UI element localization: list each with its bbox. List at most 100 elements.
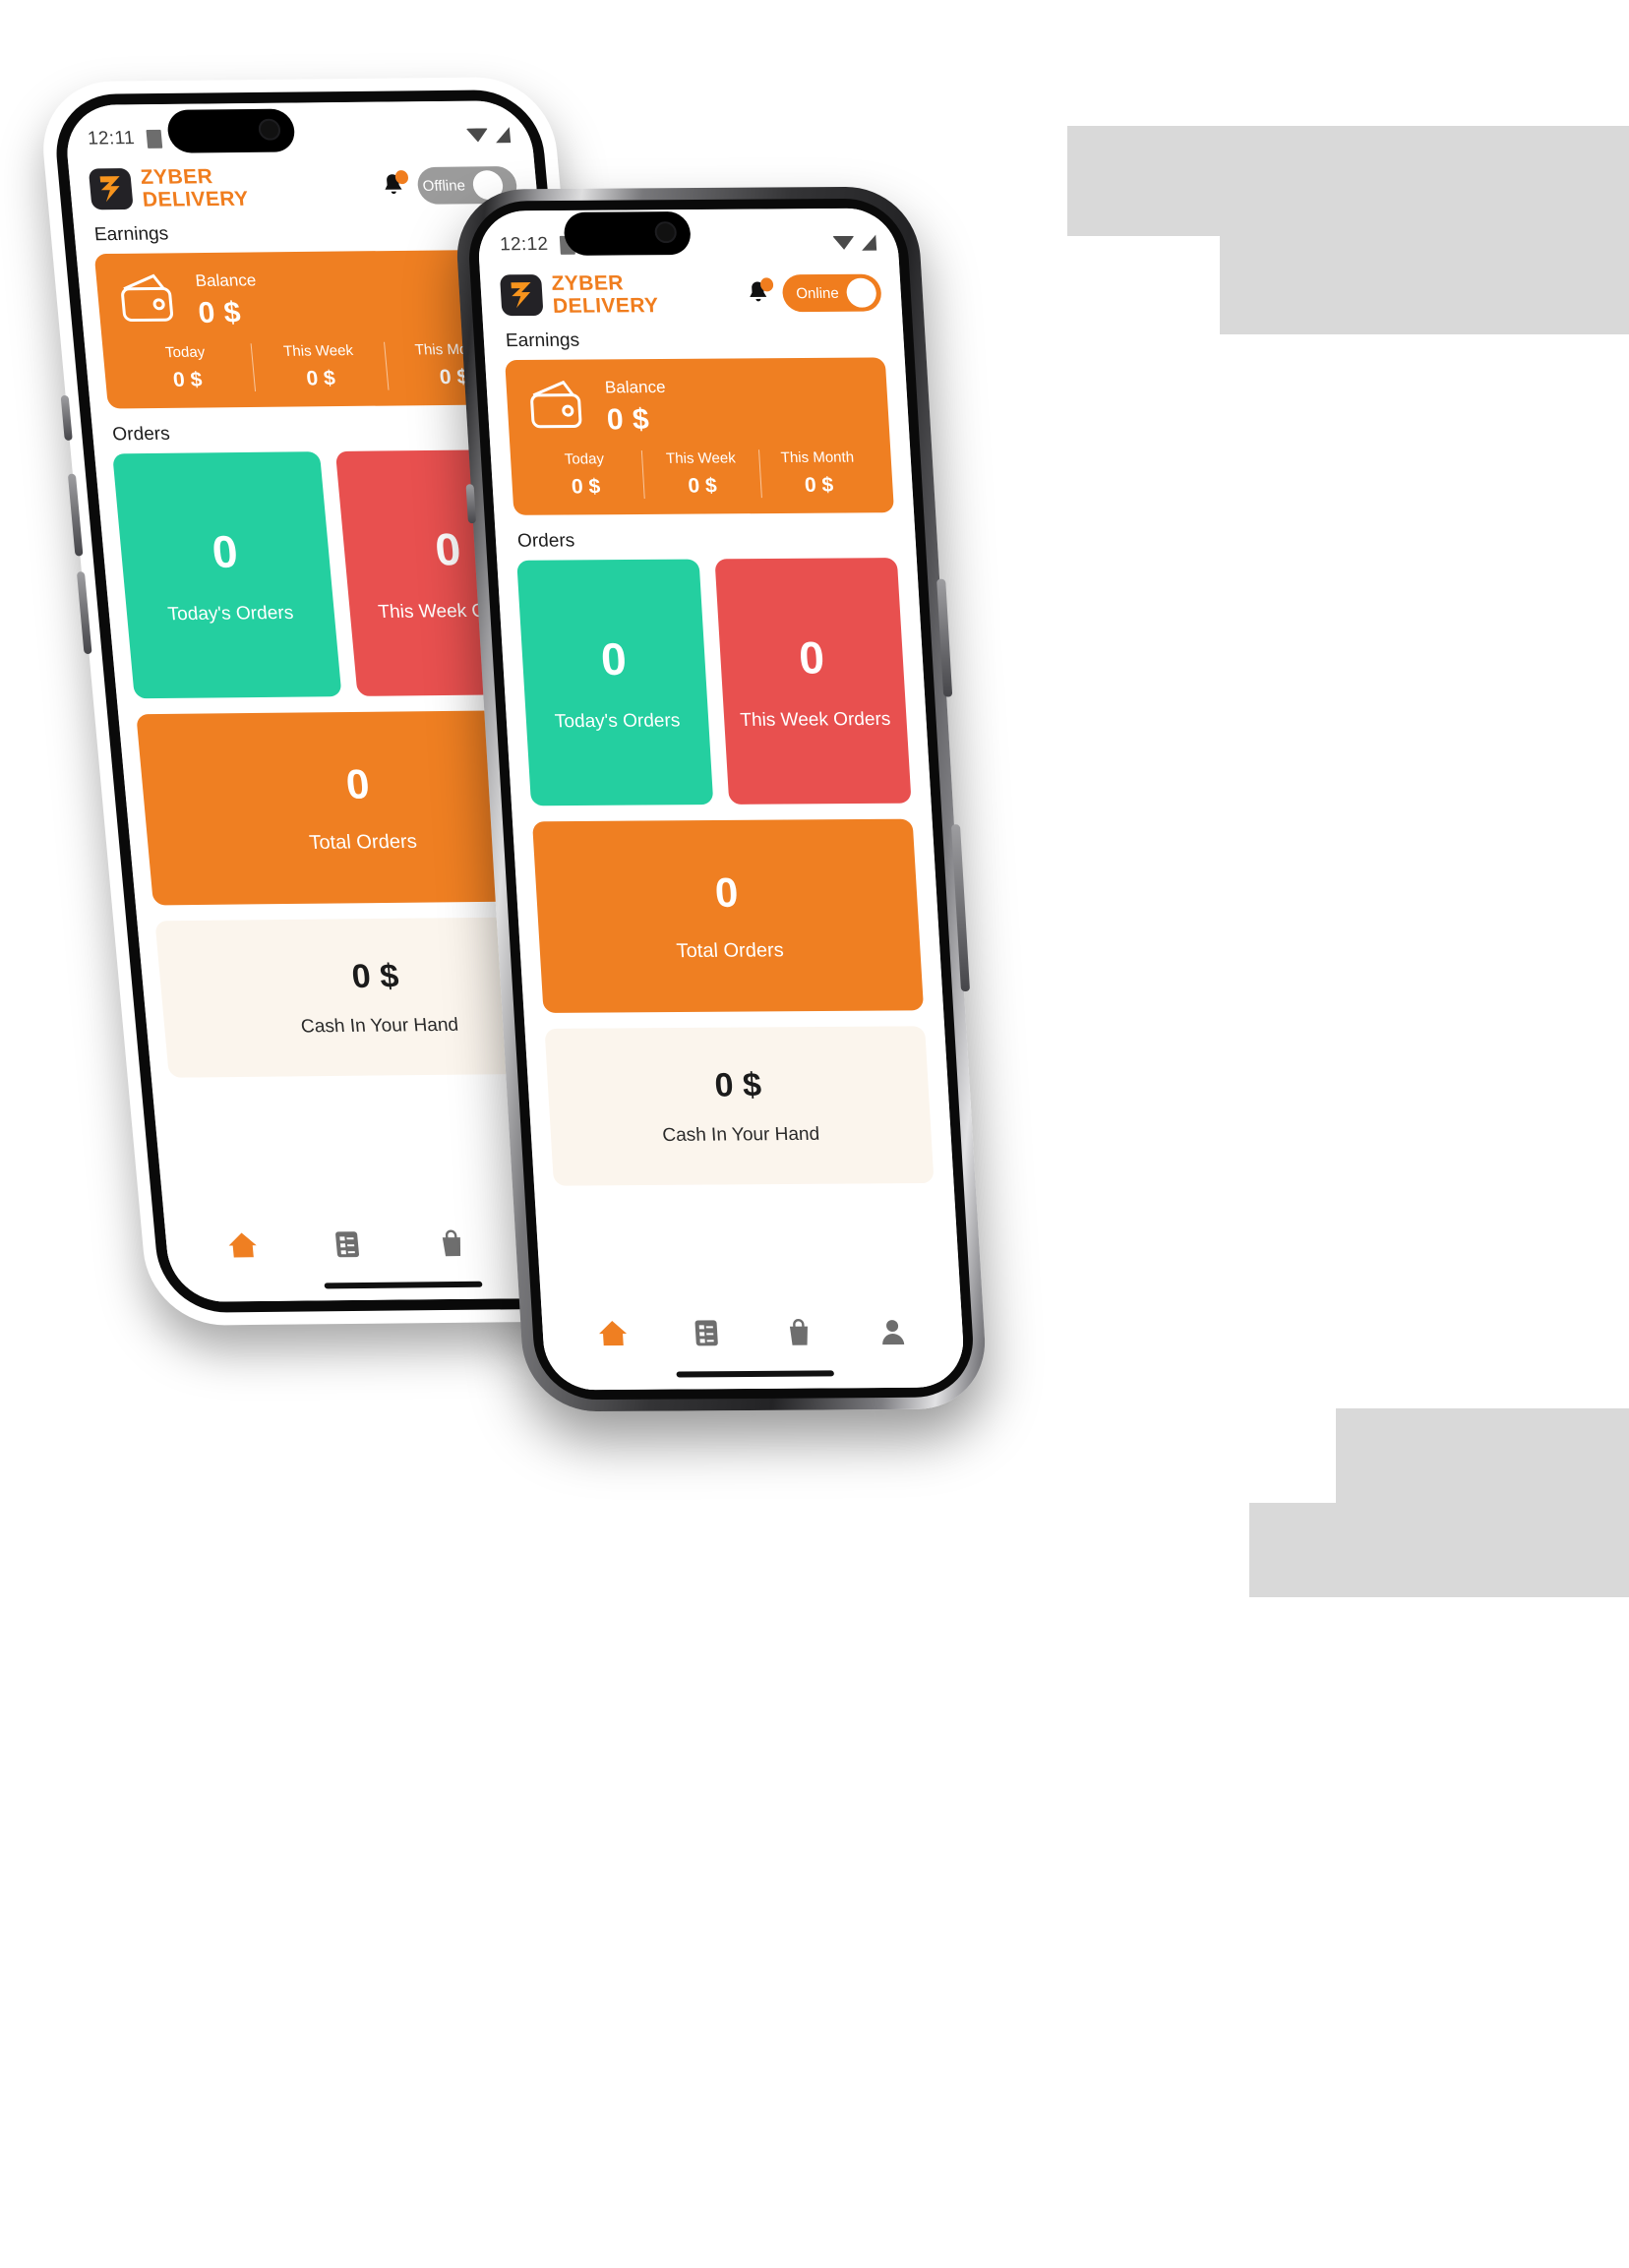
stat-value: 0 $ <box>804 473 834 497</box>
background-band <box>1249 1503 1629 1597</box>
brand-logo: ZYBER DELIVERY <box>499 271 660 318</box>
brand-line-2: DELIVERY <box>141 187 250 211</box>
home-indicator <box>544 1357 966 1391</box>
wallet-icon <box>525 378 590 438</box>
earnings-stat: This Week 0 $ <box>250 341 389 392</box>
order-label: This Week Orders <box>739 708 891 731</box>
stat-value: 0 $ <box>305 367 336 390</box>
cash-value: 0 $ <box>713 1065 763 1104</box>
online-toggle[interactable]: Online <box>781 273 882 313</box>
balance-value: 0 $ <box>605 402 651 436</box>
total-orders-label: Total Orders <box>675 939 785 963</box>
orders-grid: 0 Today's Orders 0 This Week Orders <box>516 558 912 806</box>
earnings-stats-row: Today 0 $ This Week 0 $ This Month 0 $ <box>526 448 878 500</box>
phone-screen-front: 12:12 A <box>476 208 966 1391</box>
header-actions: Online <box>744 273 882 313</box>
nav-orders-list[interactable] <box>323 1224 372 1265</box>
dynamic-island <box>563 211 693 256</box>
stat-label: Today <box>564 450 605 468</box>
order-count: 0 <box>210 525 240 577</box>
total-orders-count: 0 <box>343 760 372 807</box>
status-right-icons <box>832 234 877 251</box>
zyber-z-bolt-icon <box>499 273 544 317</box>
status-time: 12:12 <box>499 234 549 256</box>
bell-icon[interactable] <box>379 170 409 200</box>
nav-home[interactable] <box>218 1224 268 1266</box>
order-label: Today's Orders <box>554 710 681 733</box>
app-header: ZYBER DELIVERY Online <box>479 261 902 325</box>
brand-text: ZYBER DELIVERY <box>550 271 660 318</box>
battery-icon <box>146 129 162 149</box>
screen-content: Earnings Balance 0 $ Today 0 $ This Week… <box>483 322 960 1297</box>
cash-value: 0 $ <box>349 957 400 995</box>
zyber-z-bolt-icon <box>88 168 134 210</box>
background-band <box>1336 1408 1629 1503</box>
bell-icon[interactable] <box>744 277 774 307</box>
stat-value: 0 $ <box>172 368 204 391</box>
order-count: 0 <box>433 523 463 575</box>
brand-line-2: DELIVERY <box>552 294 660 318</box>
wifi-icon <box>465 128 490 143</box>
earnings-stat: Today 0 $ <box>118 343 255 392</box>
toggle-knob <box>845 277 877 308</box>
stat-label: This Month <box>780 448 855 467</box>
status-right-icons <box>465 127 512 144</box>
brand-line-1: ZYBER <box>550 271 625 295</box>
brand-line-1: ZYBER <box>139 165 214 189</box>
front-camera-icon <box>257 118 282 141</box>
this-week-orders-card[interactable]: 0 This Week Orders <box>714 558 912 805</box>
earnings-stat: Today 0 $ <box>526 450 644 500</box>
earnings-stat: This Week 0 $ <box>641 449 761 499</box>
notification-dot <box>759 277 774 292</box>
toggle-label: Online <box>795 284 840 302</box>
phone-mockup-front: 12:12 A <box>452 186 990 1412</box>
cash-label: Cash In Your Hand <box>661 1123 820 1146</box>
balance-label: Balance <box>194 269 258 290</box>
stat-label: This Week <box>282 342 354 360</box>
todays-orders-card[interactable]: 0 Today's Orders <box>112 451 342 699</box>
bottom-navigation <box>540 1294 965 1361</box>
balance-value: 0 $ <box>197 295 243 329</box>
balance-block: Balance 0 $ <box>604 377 668 436</box>
balance-label: Balance <box>604 377 667 396</box>
order-count: 0 <box>599 632 629 685</box>
total-orders-label: Total Orders <box>308 830 418 854</box>
wifi-icon <box>832 235 856 250</box>
dynamic-island <box>165 108 297 153</box>
cash-label: Cash In Your Hand <box>300 1014 459 1037</box>
background-band <box>1220 236 1629 334</box>
nav-shopping-bag[interactable] <box>775 1312 823 1353</box>
wallet-icon <box>115 270 182 330</box>
front-camera-icon <box>654 221 678 244</box>
total-orders-count: 0 <box>713 868 740 916</box>
stat-label: Today <box>164 343 207 362</box>
background-band <box>1067 126 1629 236</box>
nav-orders-list[interactable] <box>683 1312 731 1353</box>
earnings-stat: This Month 0 $ <box>757 448 878 499</box>
stat-label: This Week <box>665 449 737 467</box>
todays-orders-card[interactable]: 0 Today's Orders <box>516 559 714 806</box>
orders-section-title: Orders <box>516 530 575 552</box>
status-time: 12:11 <box>87 128 136 149</box>
brand-logo: ZYBER DELIVERY <box>88 165 250 211</box>
notification-dot <box>394 170 409 185</box>
cash-in-hand-card[interactable]: 0 $ Cash In Your Hand <box>544 1026 935 1186</box>
balance-row: Balance 0 $ <box>521 376 874 438</box>
order-count: 0 <box>797 631 826 684</box>
earnings-card: Balance 0 $ Today 0 $ This Week 0 $ This… <box>505 357 895 515</box>
signal-icon <box>494 127 512 144</box>
balance-block: Balance 0 $ <box>195 270 261 329</box>
total-orders-card[interactable]: 0 Total Orders <box>532 818 925 1013</box>
mockup-stage: 12:11 A <box>0 0 1629 2268</box>
nav-home[interactable] <box>589 1313 637 1354</box>
stat-value: 0 $ <box>687 474 718 498</box>
nav-profile[interactable] <box>869 1311 917 1352</box>
nav-shopping-bag[interactable] <box>427 1223 476 1264</box>
brand-text: ZYBER DELIVERY <box>139 165 250 211</box>
balance-row: Balance 0 $ <box>111 268 515 331</box>
order-label: Today's Orders <box>166 602 295 626</box>
earnings-stats-row: Today 0 $ This Week 0 $ This Month 0 $ <box>118 340 521 392</box>
earnings-section-title: Earnings <box>505 329 580 352</box>
signal-icon <box>861 234 877 251</box>
stat-value: 0 $ <box>571 475 601 499</box>
